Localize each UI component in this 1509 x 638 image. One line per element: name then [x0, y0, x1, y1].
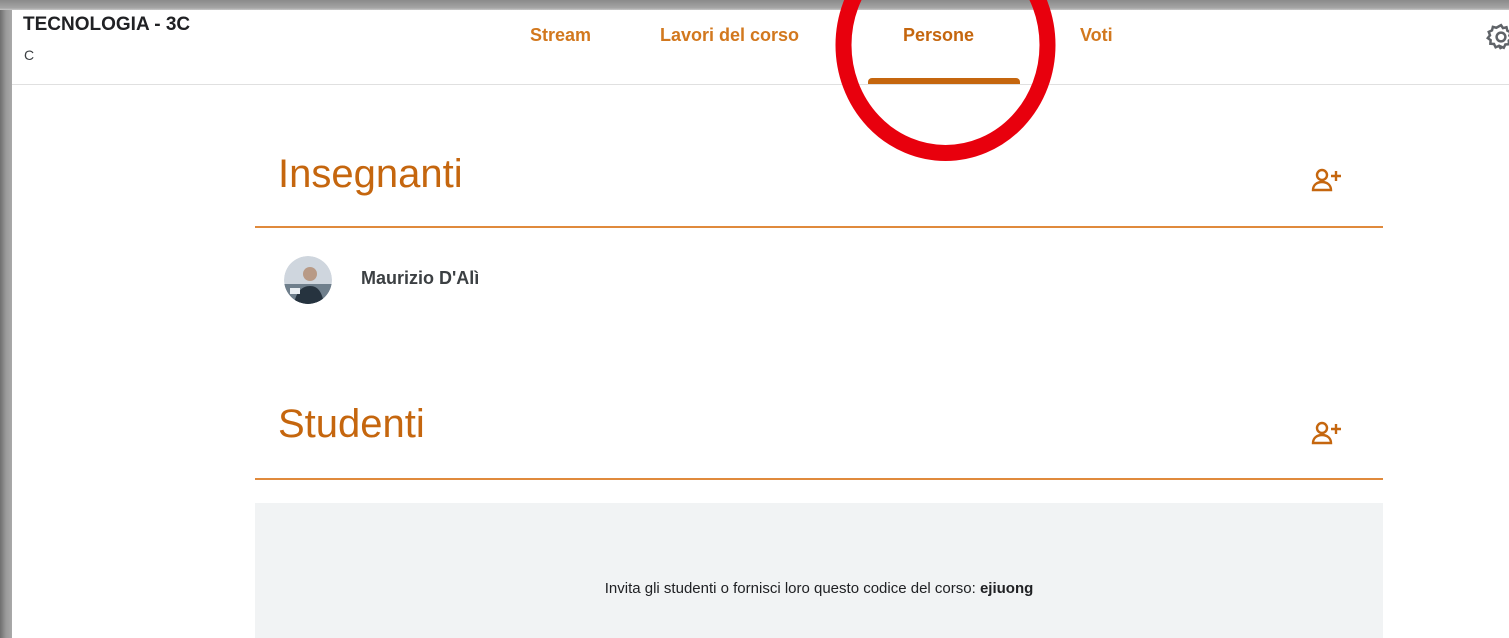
class-code[interactable]: ejiuong [980, 580, 1033, 597]
tab-people[interactable]: Persone [903, 25, 974, 46]
teachers-title: Insegnanti [278, 152, 463, 196]
students-divider [255, 478, 1383, 480]
top-bar: TECNOLOGIA - 3C C Stream Lavori del cors… [12, 10, 1509, 85]
tab-grades[interactable]: Voti [1080, 25, 1113, 46]
tab-classwork[interactable]: Lavori del corso [660, 25, 799, 46]
students-title: Studenti [278, 402, 425, 446]
class-section: C [24, 47, 35, 63]
invite-text: Invita gli studenti o fornisci loro ques… [255, 580, 1383, 597]
avatar [284, 256, 332, 304]
active-tab-indicator [868, 78, 1020, 84]
tab-stream[interactable]: Stream [530, 25, 591, 46]
teachers-divider [255, 226, 1383, 228]
person-add-icon[interactable] [1310, 420, 1344, 448]
teacher-name: Maurizio D'Alì [361, 268, 480, 288]
person-add-icon[interactable] [1310, 167, 1344, 195]
window-frame-top [0, 0, 1509, 10]
teacher-row[interactable]: Maurizio D'Alì [255, 250, 1383, 310]
invite-students-panel: Invita gli studenti o fornisci loro ques… [255, 503, 1383, 638]
gear-icon[interactable] [1486, 22, 1509, 52]
classroom-app: TECNOLOGIA - 3C C Stream Lavori del cors… [12, 0, 1509, 638]
invite-message: Invita gli studenti o fornisci loro ques… [604, 580, 980, 597]
class-title[interactable]: TECNOLOGIA - 3C [23, 14, 190, 36]
